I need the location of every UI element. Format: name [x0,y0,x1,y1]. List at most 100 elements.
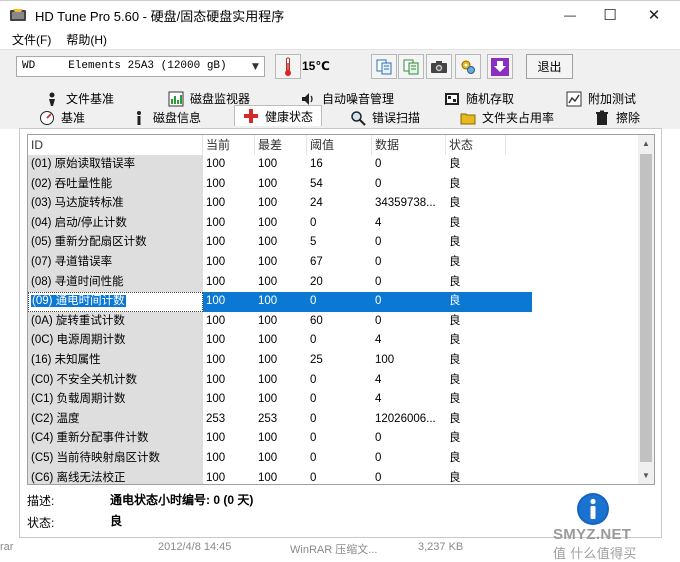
cell-worst: 253 [258,412,278,425]
menu-help[interactable]: 帮助(H) [66,31,107,48]
table-row[interactable]: (C5) 当前待映射扇区计数 100 100 0 0 良 [28,449,640,469]
column-header-id[interactable]: ID [28,135,203,155]
table-row[interactable]: (C6) 离线无法校正 100 100 0 0 良 [28,468,640,484]
table-row[interactable]: (C1) 负载周期计数 100 100 0 4 良 [28,390,640,410]
cell-worst: 100 [258,158,278,170]
vertical-scrollbar[interactable]: ▲ ▼ [638,135,654,484]
cell-id: (05) 重新分配扇区计数 [28,233,203,253]
table-row[interactable]: (0C) 电源周期计数 100 100 0 4 良 [28,331,640,351]
cell-status: 良 [449,256,461,268]
cell-worst: 100 [258,256,278,268]
table-row[interactable]: (01) 原始读取错误率 100 100 16 0 良 [28,155,640,175]
screenshot-button[interactable] [426,54,452,79]
cell-data: 0 [375,471,382,484]
background-file-type: WinRAR 压缩文... [290,544,378,556]
cell-data: 4 [375,373,382,386]
cell-id-text: (09) 通电时间计数 [31,295,126,308]
table-row[interactable]: (03) 马达旋转标准 100 100 24 34359738... 良 [28,194,640,214]
scroll-down-icon[interactable]: ▼ [638,467,654,484]
column-header-data[interactable]: 数据 [372,135,446,155]
table-row[interactable]: (02) 吞吐量性能 100 100 54 0 良 [28,174,640,195]
cell-status: 良 [449,334,461,347]
cell-current: 100 [206,471,226,484]
copy-text-button[interactable] [371,54,397,79]
benchmark-icon [40,110,54,125]
cell-threshold: 0 [310,432,317,445]
hd-tune-app-icon [10,9,26,21]
table-row[interactable]: (07) 寻道错误率 100 100 67 0 良 [28,253,640,273]
tab-health[interactable]: 健康状态 [234,105,323,126]
cell-id: (C4) 重新分配事件计数 [28,429,203,449]
exit-button[interactable]: 退出 [526,54,573,79]
table-row[interactable]: (C4) 重新分配事件计数 100 100 0 0 良 [28,429,640,449]
cell-data: 4 [375,216,382,229]
table-row[interactable]: (05) 重新分配扇区计数 100 100 5 0 良 [28,233,640,253]
cell-current: 100 [206,373,226,386]
column-header-threshold[interactable]: 阈值 [307,135,372,155]
table-row[interactable]: (04) 启动/停止计数 100 100 0 4 良 [28,213,640,234]
close-button[interactable]: ✕ [632,1,676,29]
cell-status: 良 [449,275,461,288]
scrollbar-thumb[interactable] [640,154,652,462]
temperature-button[interactable] [275,54,301,79]
tab-disk-info[interactable]: 磁盘信息 [131,108,201,127]
tab-label: 擦除 [616,111,641,125]
cell-threshold: 0 [310,393,317,406]
cell-data: 0 [375,256,382,268]
random-access-icon [445,92,459,105]
drive-select[interactable]: WD Elements 25A3 (12000 gB) ▼ [16,56,265,77]
tab-label: 随机存取 [466,92,515,106]
cell-worst: 100 [258,314,278,327]
cell-status: 良 [449,236,461,249]
table-row[interactable]: (08) 寻道时间性能 100 100 20 0 良 [28,272,640,293]
cell-id: (0A) 旋转重试计数 [28,311,203,332]
cell-threshold: 0 [310,471,317,484]
cell-threshold: 0 [310,412,317,425]
table-row[interactable]: (16) 未知属性 100 100 25 100 良 [28,351,640,371]
table-row[interactable]: (C0) 不安全关机计数 100 100 0 4 良 [28,370,640,391]
cell-data: 0 [375,452,382,464]
table-row[interactable]: (09) 通电时间计数 100 100 0 0 良 [28,292,640,312]
watermark-text: SMYZ.NET [553,526,632,543]
tab-extra-tests[interactable]: 附加测试 [566,89,636,108]
table-row[interactable]: (C2) 温度 253 253 0 12026006... 良 [28,409,640,430]
menu-file[interactable]: 文件(F) [12,31,51,48]
cell-current: 100 [206,216,226,229]
cell-data: 0 [372,292,446,312]
info-icon[interactable] [576,492,610,526]
tab-erase[interactable]: 擦除 [594,108,640,127]
minimize-icon: — [564,8,576,22]
copy-all-button[interactable] [398,54,424,79]
background-file-ext: rar [0,541,14,553]
cell-data: 0 [375,177,382,190]
column-header-status[interactable]: 状态 [446,135,506,155]
cell-data: 0 [375,275,382,288]
column-header-worst[interactable]: 最差 [255,135,307,155]
options-button[interactable] [455,54,481,79]
column-header-current[interactable]: 当前 [203,135,255,155]
minimize-button[interactable]: — [548,1,592,29]
tab-error-scan[interactable]: 错误扫描 [350,108,420,127]
disk-info-icon [137,110,141,125]
cell-worst: 100 [258,452,278,464]
tab-benchmark[interactable]: 基准 [39,108,85,127]
tab-folder-usage[interactable]: 文件夹占用率 [460,108,554,127]
cell-status: 良 [449,412,461,425]
smart-attributes-table[interactable]: ID 当前 最差 阈值 数据 状态 (01) 原始读取错误率 100 100 16 0 良… [27,134,655,485]
cell-worst: 100 [258,275,278,288]
tab-file-benchmark[interactable]: 文件基准 [44,89,114,108]
cell-current: 100 [206,334,226,347]
status-value: 良 [110,514,123,528]
save-button[interactable] [487,54,513,79]
table-row[interactable]: (0A) 旋转重试计数 100 100 60 0 良 [28,311,640,332]
cell-data: 12026006... [375,412,436,425]
maximize-button[interactable]: ☐ [588,1,632,29]
cell-threshold: 60 [310,314,323,327]
cell-current: 100 [206,236,226,249]
description-label: 描述: [27,494,55,508]
tab-random-access[interactable]: 随机存取 [444,89,514,108]
scroll-up-icon[interactable]: ▲ [638,135,654,152]
file-benchmark-icon [49,92,55,106]
tab-label: 错误扫描 [372,111,421,125]
cell-id: (C1) 负载周期计数 [28,390,203,410]
